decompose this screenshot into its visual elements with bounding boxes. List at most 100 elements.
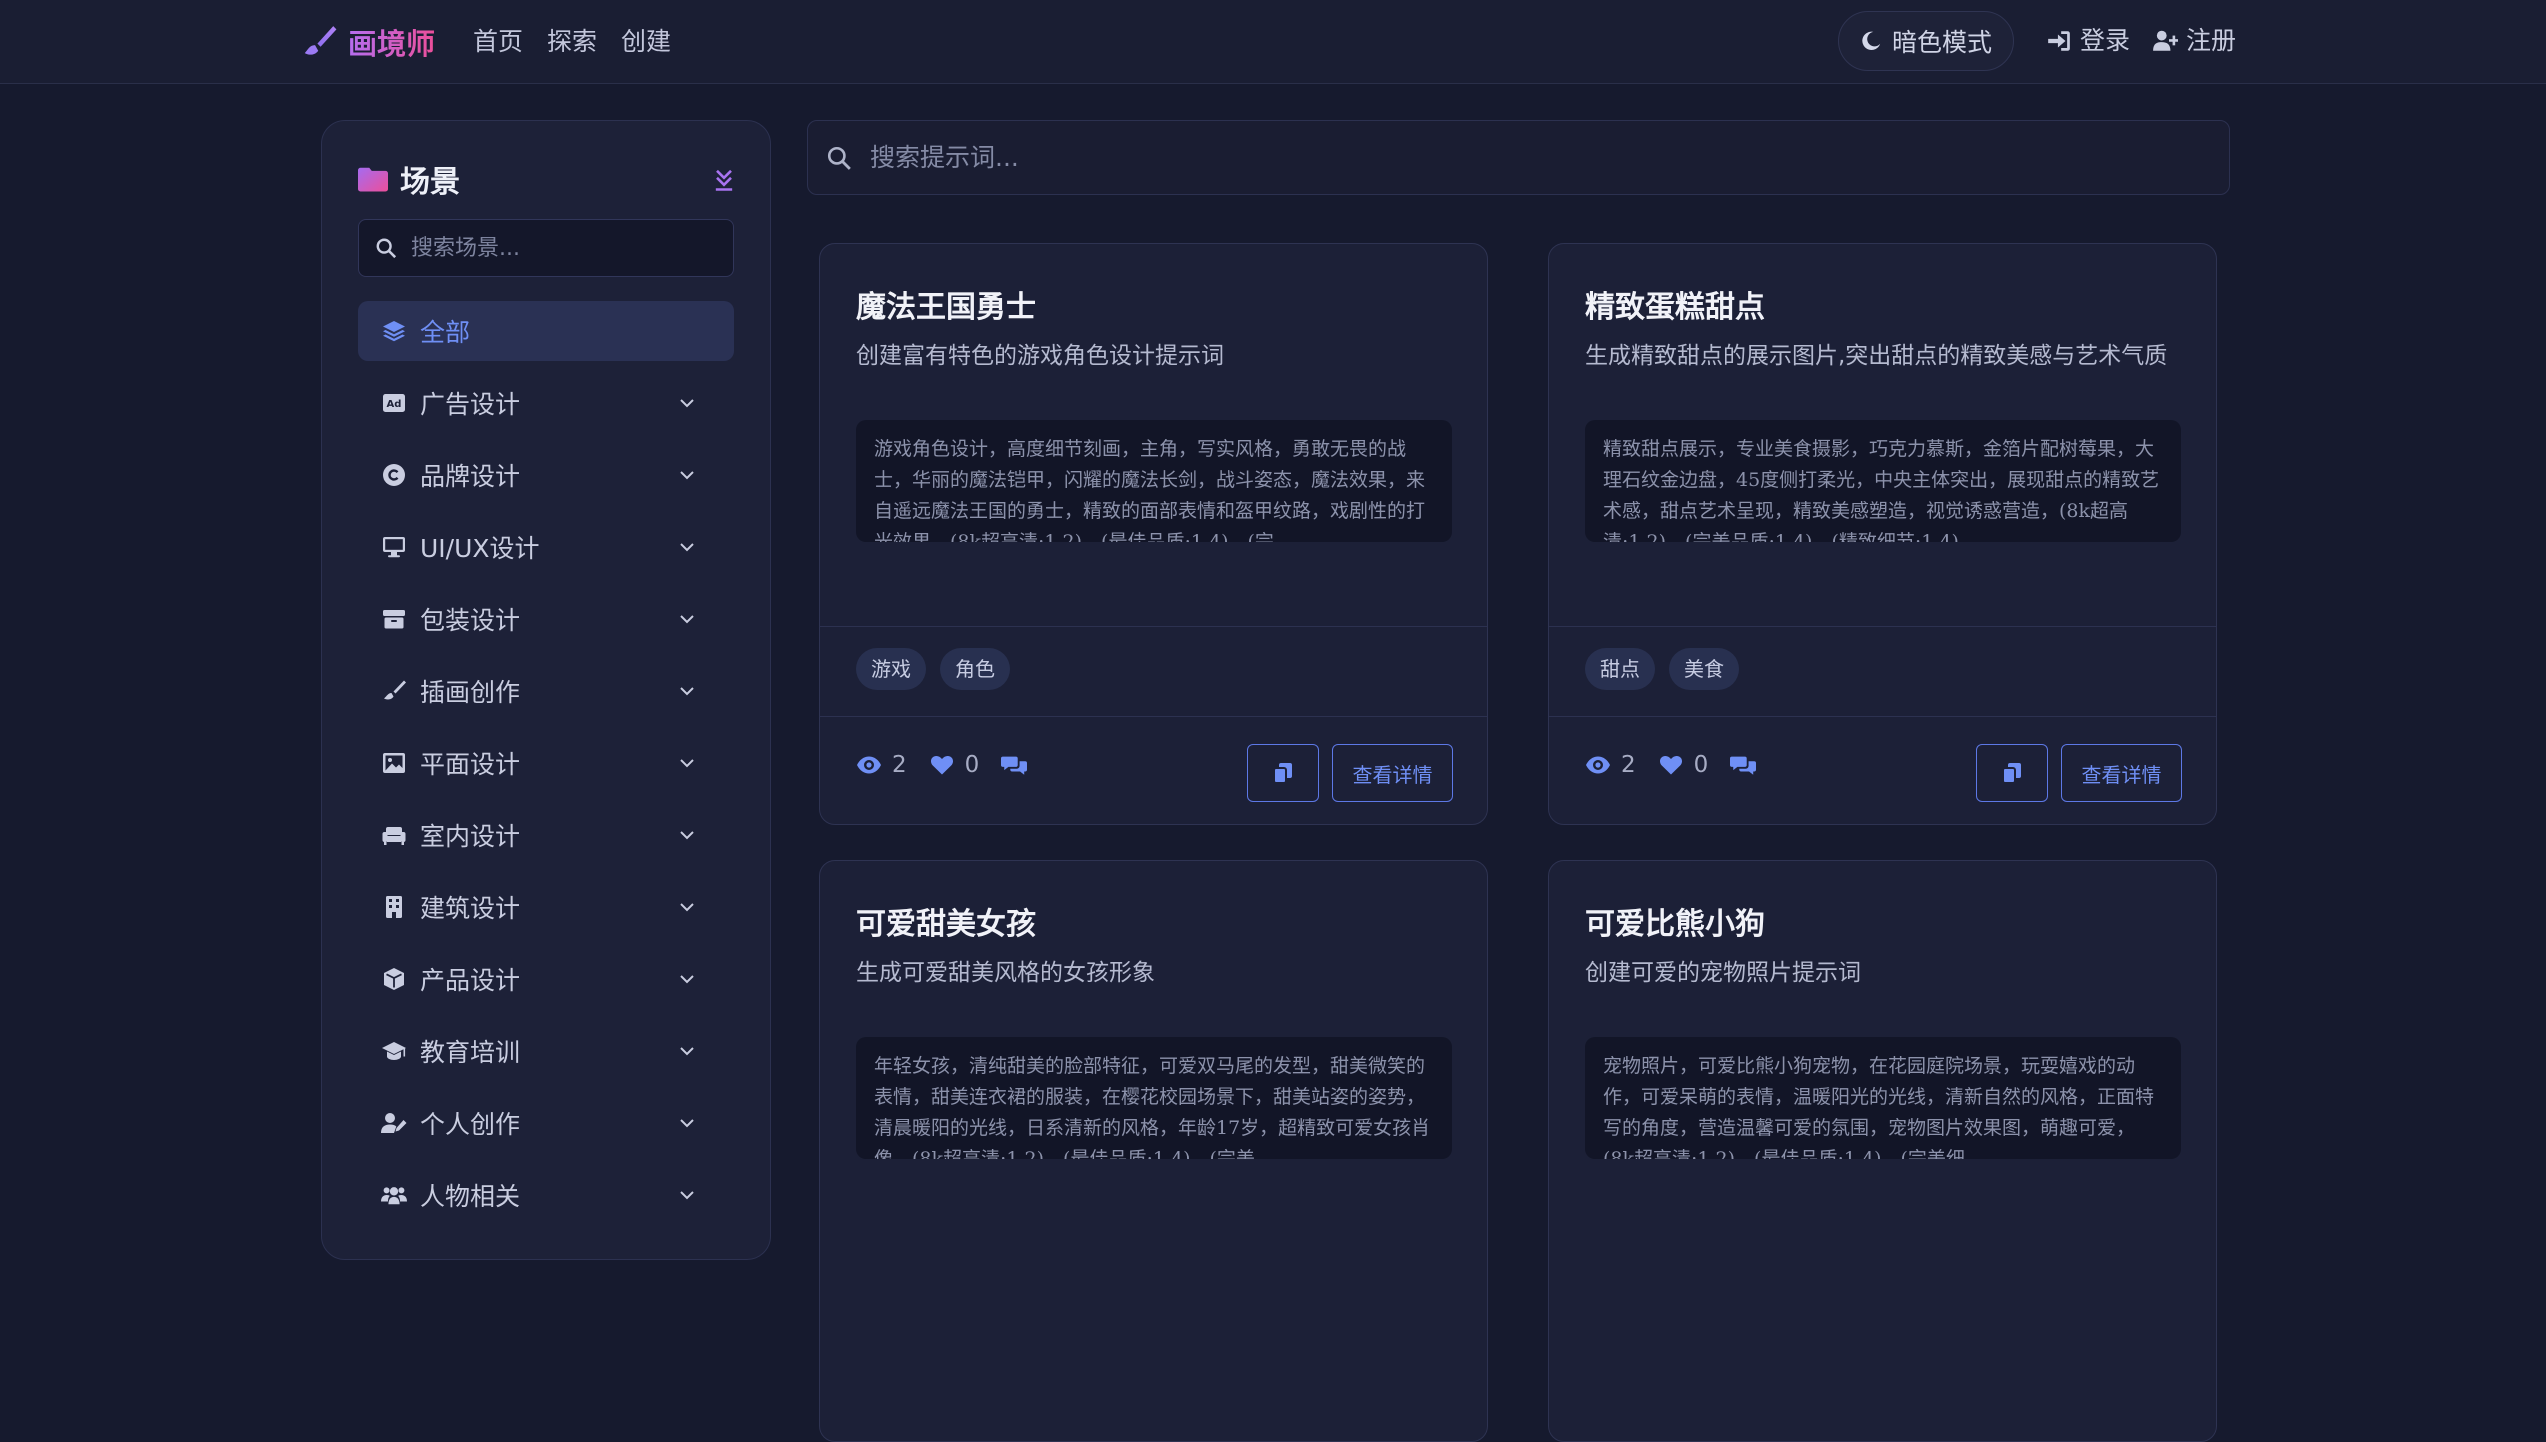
nav-link-explore[interactable]: 探索	[547, 22, 597, 62]
theme-toggle-button[interactable]: 暗色模式	[1838, 11, 2014, 71]
prompt-search-input[interactable]	[870, 143, 2170, 172]
card-tag[interactable]: 角色	[940, 648, 1010, 690]
chevron-down-icon[interactable]	[678, 1114, 696, 1132]
chevron-down-icon[interactable]	[678, 610, 696, 628]
sidebar-category-item[interactable]: 平面设计	[358, 733, 734, 793]
copy-icon	[1273, 763, 1292, 784]
main-nav: 首页 探索 创建	[473, 22, 671, 62]
likes-count: 0	[1693, 752, 1709, 778]
folder-icon	[358, 167, 388, 192]
couch-icon	[380, 822, 408, 848]
sidebar-category-label: 插画创作	[420, 678, 521, 707]
sidebar-category-label: 建筑设计	[420, 894, 521, 923]
views-stat: 2	[1585, 752, 1636, 778]
prompt-card[interactable]: 魔法王国勇士 创建富有特色的游戏角色设计提示词 游戏角色设计，高度细节刻画，主角，写…	[819, 243, 1488, 825]
comments-icon[interactable]	[1730, 753, 1757, 777]
card-stats: 2 0	[1585, 752, 1757, 778]
card-prompt-preview: 年轻女孩，清纯甜美的脸部特征，可爱双马尾的发型，甜美微笑的表情，甜美连衣裙的服装…	[856, 1037, 1452, 1159]
cube-icon	[380, 966, 408, 992]
sidebar-category-item[interactable]: UI/UX设计	[358, 517, 734, 577]
collapse-icon[interactable]	[710, 165, 738, 193]
chevron-down-icon[interactable]	[678, 394, 696, 412]
category-list: 全部 Ad 广告设计品牌设计 UI/UX设计 包装设计插画创作平面设计室内设计建筑设计产…	[358, 301, 734, 1237]
sidebar-category-item[interactable]: 产品设计	[358, 949, 734, 1009]
login-label: 登录	[2080, 26, 2131, 55]
card-description: 生成精致甜点的展示图片,突出甜点的精致美感与艺术气质	[1585, 343, 2168, 369]
box-icon	[380, 606, 408, 632]
scene-search-input[interactable]	[411, 235, 711, 261]
search-icon	[827, 146, 851, 170]
sidebar-title: 场景	[400, 165, 460, 200]
nav-link-create[interactable]: 创建	[621, 22, 671, 62]
view-details-button[interactable]: 查看详情	[1332, 744, 1453, 802]
chevron-down-icon[interactable]	[678, 1186, 696, 1204]
views-stat: 2	[856, 752, 907, 778]
card-tags: 甜点 美食	[1585, 648, 1739, 690]
search-icon	[376, 238, 397, 259]
card-tag[interactable]: 甜点	[1585, 648, 1655, 690]
prompt-card[interactable]: 可爱比熊小狗 创建可爱的宠物照片提示词 宠物照片，可爱比熊小狗宠物，在花园庭院场景，…	[1548, 860, 2217, 1442]
paintbrush-logo-icon	[304, 26, 337, 55]
card-tag[interactable]: 美食	[1669, 648, 1739, 690]
users-icon	[380, 1182, 408, 1208]
sidebar-category-item[interactable]: 教育培训	[358, 1021, 734, 1081]
sidebar-category-label: 室内设计	[420, 822, 521, 851]
card-description: 创建可爱的宠物照片提示词	[1585, 960, 1861, 986]
copy-prompt-button[interactable]	[1247, 744, 1319, 802]
login-button[interactable]: 登录	[2046, 20, 2130, 62]
auth-links: 登录 注册	[2046, 20, 2236, 62]
brand-logo[interactable]: 画境师	[300, 20, 435, 64]
comments-icon[interactable]	[1001, 753, 1028, 777]
sidebar-category-item[interactable]: 品牌设计	[358, 445, 734, 505]
sidebar-category-label: 个人创作	[420, 1110, 521, 1139]
chevron-down-icon[interactable]	[678, 826, 696, 844]
chevron-down-icon[interactable]	[678, 466, 696, 484]
copyright-icon	[380, 462, 408, 488]
sidebar-category-item[interactable]: 插画创作	[358, 661, 734, 721]
card-description: 生成可爱甜美风格的女孩形象	[856, 960, 1155, 986]
moon-icon	[1862, 31, 1881, 50]
sidebar-category-item[interactable]: 室内设计	[358, 805, 734, 865]
heart-icon	[1659, 755, 1682, 775]
scene-search-field[interactable]	[358, 219, 734, 277]
prompt-card[interactable]: 精致蛋糕甜点 生成精致甜点的展示图片,突出甜点的精致美感与艺术气质 精致甜点展示，专…	[1548, 243, 2217, 825]
card-tags: 游戏 角色	[856, 648, 1010, 690]
prompt-card[interactable]: 可爱甜美女孩生成可爱甜美风格的女孩形象年轻女孩，清纯甜美的脸部特征，可爱双马尾的…	[819, 860, 1488, 1442]
card-description: 创建富有特色的游戏角色设计提示词	[856, 343, 1224, 369]
paintbrush-icon	[380, 678, 408, 704]
sidebar-category-label: 广告设计	[420, 390, 521, 419]
likes-stat[interactable]: 0	[1658, 752, 1709, 778]
card-title: 魔法王国勇士	[856, 290, 1036, 325]
svg-text:Ad: Ad	[387, 399, 402, 410]
sidebar-category-label: 人物相关	[420, 1182, 521, 1211]
chevron-down-icon[interactable]	[678, 754, 696, 772]
sidebar-header: 场景	[358, 157, 738, 201]
register-button[interactable]: 注册	[2152, 20, 2236, 62]
card-divider	[820, 716, 1487, 717]
sidebar-category-item[interactable]: 个人创作	[358, 1093, 734, 1153]
chevron-down-icon[interactable]	[678, 970, 696, 988]
chevron-down-icon[interactable]	[678, 1042, 696, 1060]
sidebar-category-item[interactable]: 建筑设计	[358, 877, 734, 937]
nav-link-home[interactable]: 首页	[473, 22, 523, 62]
prompt-search-field[interactable]	[807, 120, 2230, 195]
likes-stat[interactable]: 0	[929, 752, 979, 778]
ad-icon: Ad	[380, 390, 408, 416]
chevron-down-icon[interactable]	[678, 898, 696, 916]
sidebar-category-item[interactable]: Ad 广告设计	[358, 373, 734, 433]
sidebar-category-label: 平面设计	[420, 750, 521, 779]
user-pen-icon	[380, 1110, 408, 1136]
card-divider	[820, 626, 1487, 627]
card-prompt-preview: 精致甜点展示，专业美食摄影，巧克力慕斯，金箔片配树莓果，大理石纹金边盘，45度侧…	[1585, 420, 2181, 542]
copy-icon	[2002, 763, 2021, 784]
sidebar-category-item[interactable]: 全部	[358, 301, 734, 361]
chevron-down-icon[interactable]	[678, 682, 696, 700]
chevron-down-icon[interactable]	[678, 538, 696, 556]
copy-prompt-button[interactable]	[1976, 744, 2048, 802]
card-divider	[1549, 716, 2216, 717]
sidebar-category-item[interactable]: 人物相关	[358, 1165, 734, 1225]
sidebar-category-item[interactable]: 包装设计	[358, 589, 734, 649]
card-tag[interactable]: 游戏	[856, 648, 926, 690]
card-title: 可爱甜美女孩	[856, 907, 1036, 942]
view-details-button[interactable]: 查看详情	[2061, 744, 2182, 802]
